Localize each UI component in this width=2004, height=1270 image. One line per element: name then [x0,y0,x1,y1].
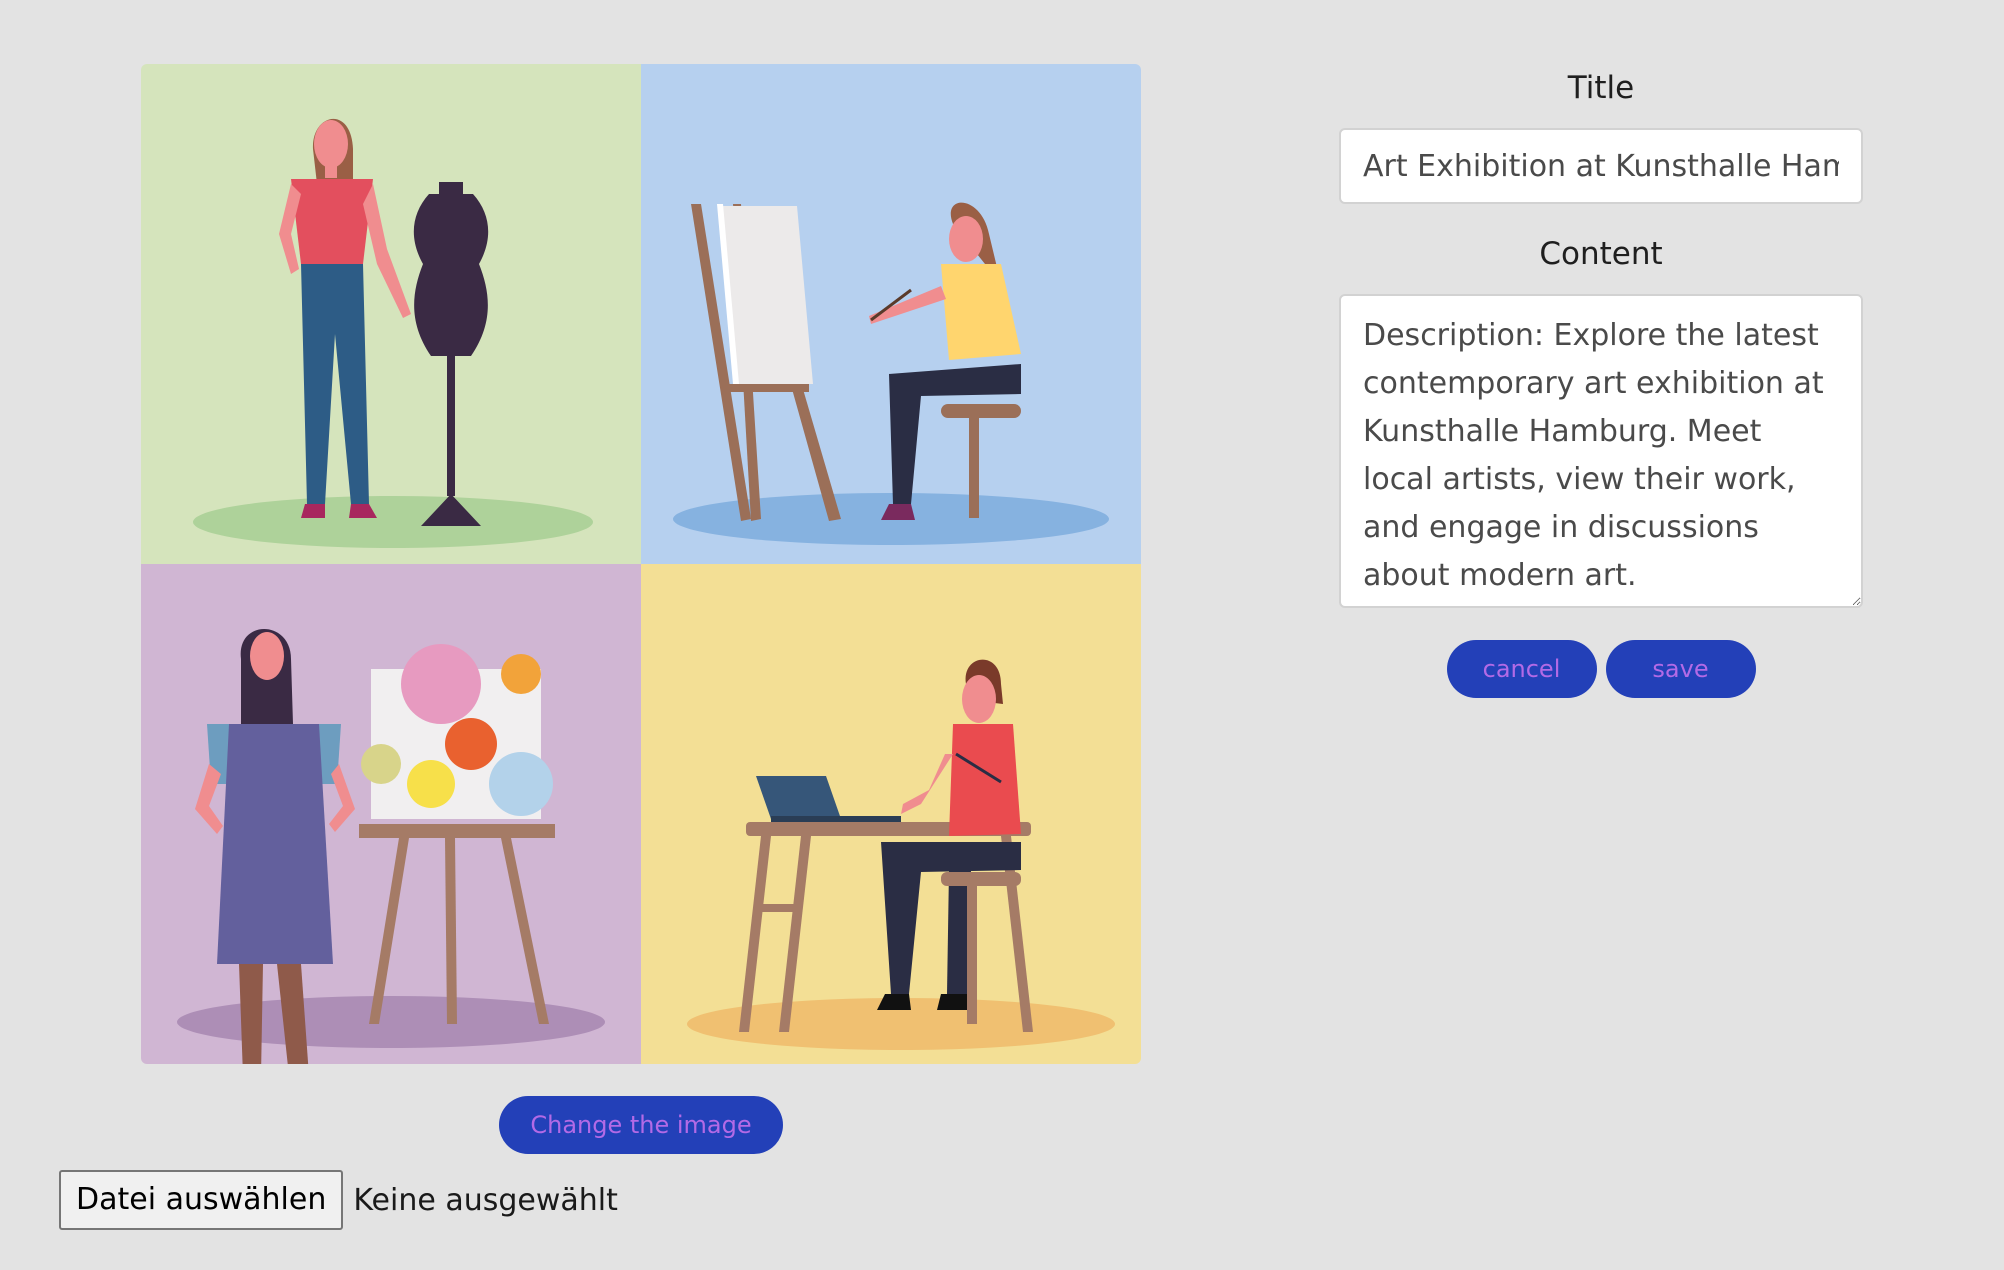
content-label: Content [1539,236,1663,272]
title-input[interactable] [1339,128,1863,204]
panel-fashion-designer [141,64,641,564]
save-button[interactable]: save [1605,640,1756,698]
content-textarea[interactable]: Description: Explore the latest contempo… [1339,294,1863,608]
post-edit-form: Title Content Description: Explore the l… [1339,64,1863,698]
edit-post-page: Change the image Datei auswählen Keine a… [0,0,2004,1270]
change-image-button[interactable]: Change the image [499,1096,783,1154]
post-image [141,64,1141,1064]
file-status-text: Keine ausgewählt [353,1182,618,1218]
title-label: Title [1567,70,1635,106]
choose-file-button[interactable]: Datei auswählen [59,1170,344,1230]
form-actions: cancel save [1339,640,1863,698]
file-picker: Datei auswählen Keine ausgewählt [59,1170,618,1230]
cancel-button[interactable]: cancel [1446,640,1597,698]
